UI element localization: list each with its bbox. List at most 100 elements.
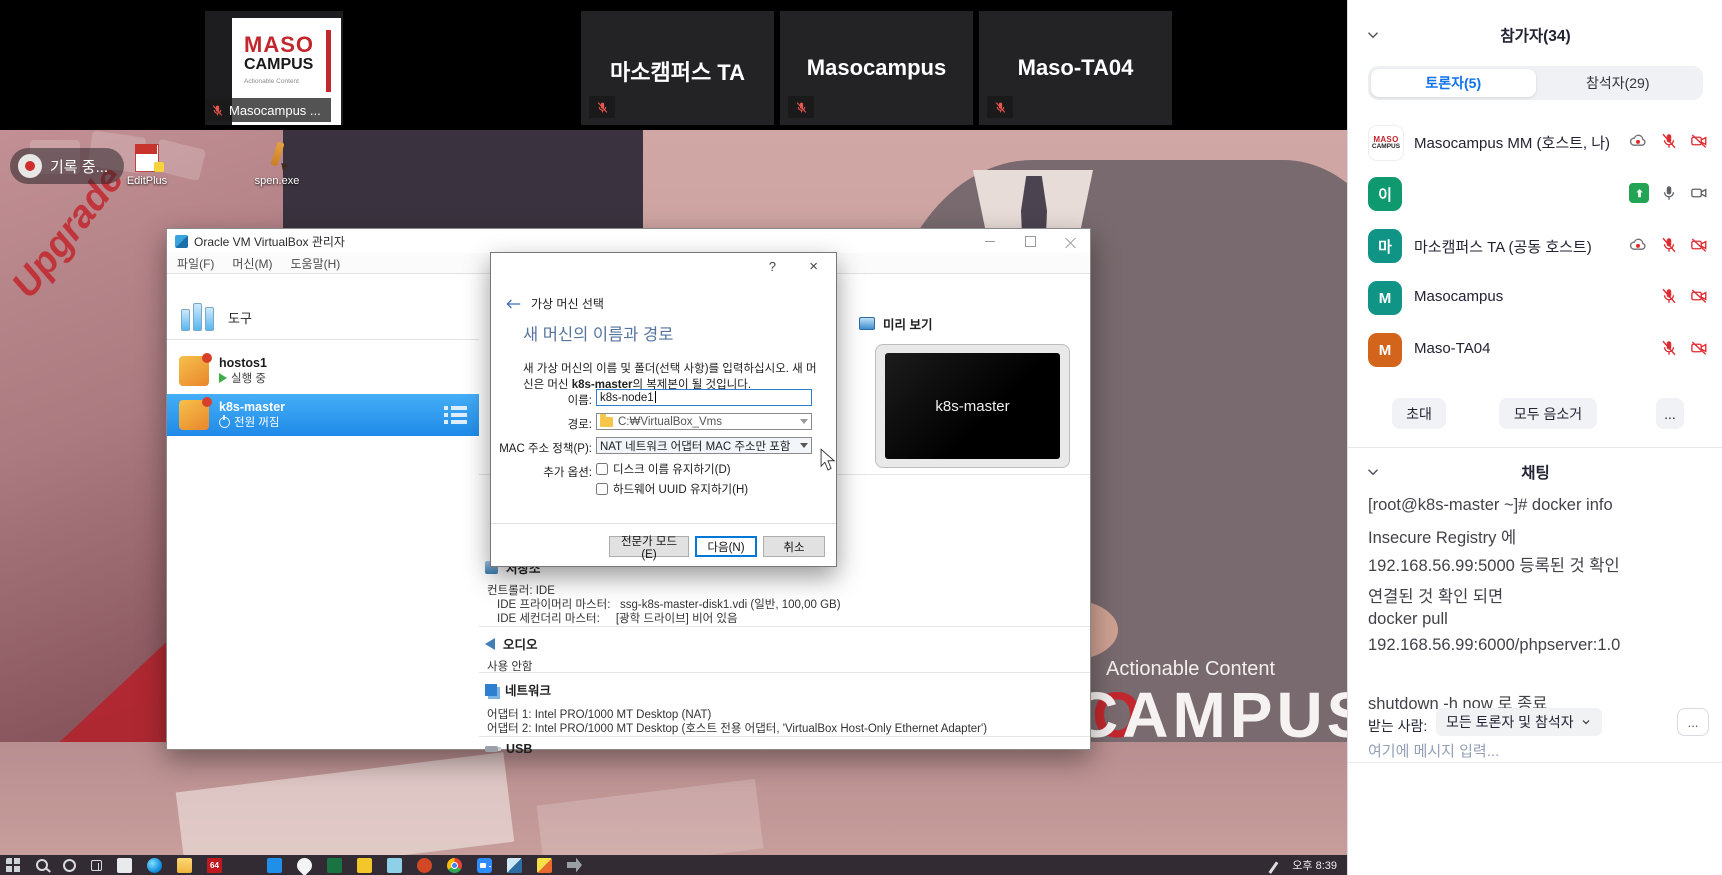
tab-panelists[interactable]: 토론자(5): [1371, 69, 1536, 97]
chat-message-input[interactable]: [1366, 742, 1700, 761]
menu-machine[interactable]: 머신(M): [232, 255, 272, 272]
storage-secondary: IDE 세컨더리 마스터: [광학 드라이브] 비어 있음: [497, 610, 738, 626]
expert-mode-button[interactable]: 전문가 모드(E): [609, 536, 689, 557]
camera-off-icon[interactable]: [1689, 339, 1709, 357]
chat-message: [root@k8s-master ~]# docker info: [1368, 496, 1708, 515]
mic-muted-icon[interactable]: [1660, 339, 1678, 357]
maximize-button[interactable]: [1010, 229, 1050, 253]
desktop-icon-spen[interactable]: spen.exe: [242, 142, 312, 187]
video-tile-name: Masocampus: [780, 55, 973, 81]
avatar: 이: [1368, 177, 1402, 211]
zoom-app-icon[interactable]: [477, 858, 492, 873]
path-field-label: 경로:: [496, 416, 592, 432]
edge-browser-icon[interactable]: [147, 858, 162, 873]
cloud-recording-icon: [1627, 235, 1649, 255]
tab-attendees[interactable]: 참석자(29): [1536, 69, 1701, 97]
participant-row[interactable]: M Maso-TA04: [1348, 326, 1722, 374]
recording-indicator[interactable]: 기록 중...: [10, 148, 124, 184]
keep-hardware-uuid-checkbox[interactable]: 하드웨어 UUID 유지하기(H): [596, 481, 748, 497]
clone-vm-dialog: ? × 가상 머신 선택 새 머신의 이름과 경로 새 가상 머신의 이름 및 …: [490, 252, 837, 567]
mic-muted-icon[interactable]: [1660, 287, 1678, 305]
close-button[interactable]: [1050, 229, 1090, 253]
wallpaper-desk: [0, 742, 1347, 855]
mac-policy-dropdown[interactable]: NAT 네트워크 어댑터 MAC 주소만 포함: [596, 437, 812, 454]
powerpoint-icon[interactable]: [417, 858, 432, 873]
camera-icon[interactable]: [1689, 184, 1709, 202]
video-tile-1[interactable]: 마소캠퍼스 TA: [581, 11, 774, 125]
taskbar-clock-area[interactable]: 오후 8:39: [1270, 857, 1347, 873]
checkbox[interactable]: [596, 463, 608, 475]
photos-app-icon[interactable]: [267, 858, 282, 873]
menu-file[interactable]: 파일(F): [177, 255, 214, 272]
video-tile-name-label: Masocampus ...: [205, 98, 331, 122]
chat-more-button[interactable]: ...: [1677, 708, 1709, 736]
mute-all-button[interactable]: 모두 음소거: [1499, 398, 1597, 429]
video-tile-name: 마소캠퍼스 TA: [581, 55, 774, 87]
participant-row[interactable]: 이: [1348, 170, 1722, 218]
next-button[interactable]: 다음(N): [695, 536, 757, 557]
minimize-button[interactable]: [970, 229, 1010, 253]
virtualbox-taskbar-icon[interactable]: [507, 858, 522, 873]
video-tile-masocampus-logo[interactable]: MASO CAMPUS Actionable Content Masocampu…: [205, 11, 343, 125]
chrome-icon[interactable]: [447, 858, 462, 873]
start-button-icon[interactable]: [6, 858, 21, 873]
vm-menu-icon[interactable]: [444, 406, 467, 424]
vm-row-k8s-master[interactable]: k8s-master 전원 꺼짐: [167, 394, 479, 436]
settings-gear-icon[interactable]: [237, 858, 252, 873]
chevron-down-icon: [800, 419, 808, 424]
sidebar-tools[interactable]: 도구: [167, 296, 479, 340]
pen-icon: [1270, 859, 1282, 871]
cortana-icon[interactable]: [63, 859, 76, 872]
keep-disk-names-checkbox[interactable]: 디스크 이름 유지하기(D): [596, 461, 731, 477]
recording-dot-icon: [18, 154, 42, 178]
search-icon[interactable]: [36, 859, 48, 871]
close-icon: [1065, 236, 1076, 247]
video-tile-3[interactable]: Maso-TA04: [979, 11, 1172, 125]
cloud-recording-icon: [1627, 131, 1649, 151]
dialog-help-button[interactable]: ?: [769, 259, 776, 274]
back-arrow-icon[interactable]: [505, 298, 521, 310]
onenote-icon[interactable]: [387, 858, 402, 873]
participants-more-button[interactable]: ...: [1656, 398, 1684, 429]
minimize-icon: [985, 241, 995, 242]
participant-row[interactable]: MASO CAMPUS Masocampus MM (호스트, 나): [1348, 118, 1722, 166]
cancel-button[interactable]: 취소: [763, 536, 825, 557]
send-to-dropdown[interactable]: 모든 토론자 및 참석자: [1436, 708, 1602, 736]
mic-icon[interactable]: [1660, 184, 1678, 202]
task-view-icon[interactable]: [91, 860, 102, 871]
participant-row[interactable]: M Masocampus: [1348, 274, 1722, 322]
participant-name: 마소캠퍼스 TA (공동 호스트): [1414, 236, 1592, 257]
editplus-taskbar-icon[interactable]: [537, 858, 552, 873]
clock-text: 오후 8:39: [1292, 857, 1337, 873]
desktop-icon-editplus[interactable]: EditPlus: [112, 142, 182, 187]
send-to-label: 받는 사람:: [1368, 716, 1427, 736]
camera-off-icon[interactable]: [1689, 287, 1709, 305]
mic-muted-icon[interactable]: [1660, 236, 1678, 254]
mic-muted-icon[interactable]: [1660, 132, 1678, 150]
checkbox[interactable]: [596, 483, 608, 495]
chat-message: 192.168.56.99:6000/phpserver:1.0: [1368, 636, 1708, 655]
64bit-app-icon[interactable]: 64: [207, 858, 222, 873]
vm-path-combobox[interactable]: C:₩VirtualBox_Vms: [596, 413, 812, 430]
excel-icon[interactable]: [327, 858, 342, 873]
optical-drive-link[interactable]: [광학 드라이브] 비어 있음: [616, 613, 738, 625]
virtualbox-titlebar[interactable]: Oracle VM VirtualBox 관리자: [167, 229, 1090, 253]
dialog-breadcrumb: 가상 머신 선택: [531, 295, 604, 312]
camera-off-icon[interactable]: [1689, 236, 1709, 254]
participant-row[interactable]: 마 마소캠퍼스 TA (공동 호스트): [1348, 222, 1722, 270]
maps-pin-icon[interactable]: [294, 854, 315, 875]
video-tile-2[interactable]: Masocampus: [780, 11, 973, 125]
invite-button[interactable]: 초대: [1392, 398, 1446, 429]
file-explorer-icon[interactable]: [177, 858, 192, 873]
mic-muted-badge: [987, 96, 1013, 118]
dialog-close-button[interactable]: ×: [809, 258, 818, 275]
camera-off-icon[interactable]: [1689, 132, 1709, 150]
vm-name-input[interactable]: k8s-node1: [596, 389, 812, 406]
menu-help[interactable]: 도움말(H): [290, 255, 340, 272]
utility-taskbar-icon[interactable]: [567, 858, 582, 873]
sticky-notes-icon[interactable]: [357, 858, 372, 873]
vm-row-hostos1[interactable]: hostos1 실행 중: [167, 350, 479, 392]
name-field-label: 이름:: [496, 392, 592, 408]
dialog-heading: 새 머신의 이름과 경로: [523, 321, 673, 345]
store-icon[interactable]: [117, 858, 132, 873]
